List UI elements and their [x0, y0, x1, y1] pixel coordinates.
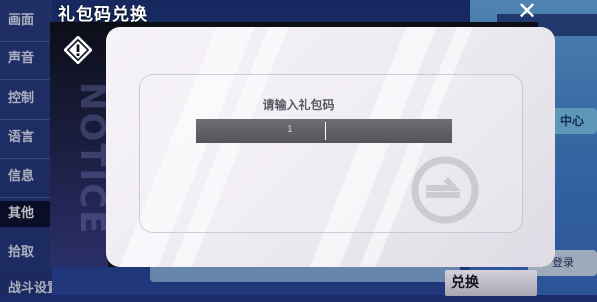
input-mark: 1 [287, 125, 293, 135]
diamond-exclamation-icon [64, 36, 92, 64]
exchange-button-label: 兑换 [451, 275, 479, 291]
arrow-circle-icon [411, 156, 479, 224]
gift-code-prompt: 请输入礼包码 [262, 98, 335, 112]
close-button[interactable]: ✕ [510, 0, 544, 25]
close-icon: ✕ [516, 0, 538, 25]
dialog-title: 礼包码兑换 [58, 5, 148, 25]
text-caret [325, 122, 326, 140]
gift-code-input[interactable] [196, 119, 452, 143]
exchange-button[interactable]: 兑换 [445, 270, 537, 296]
